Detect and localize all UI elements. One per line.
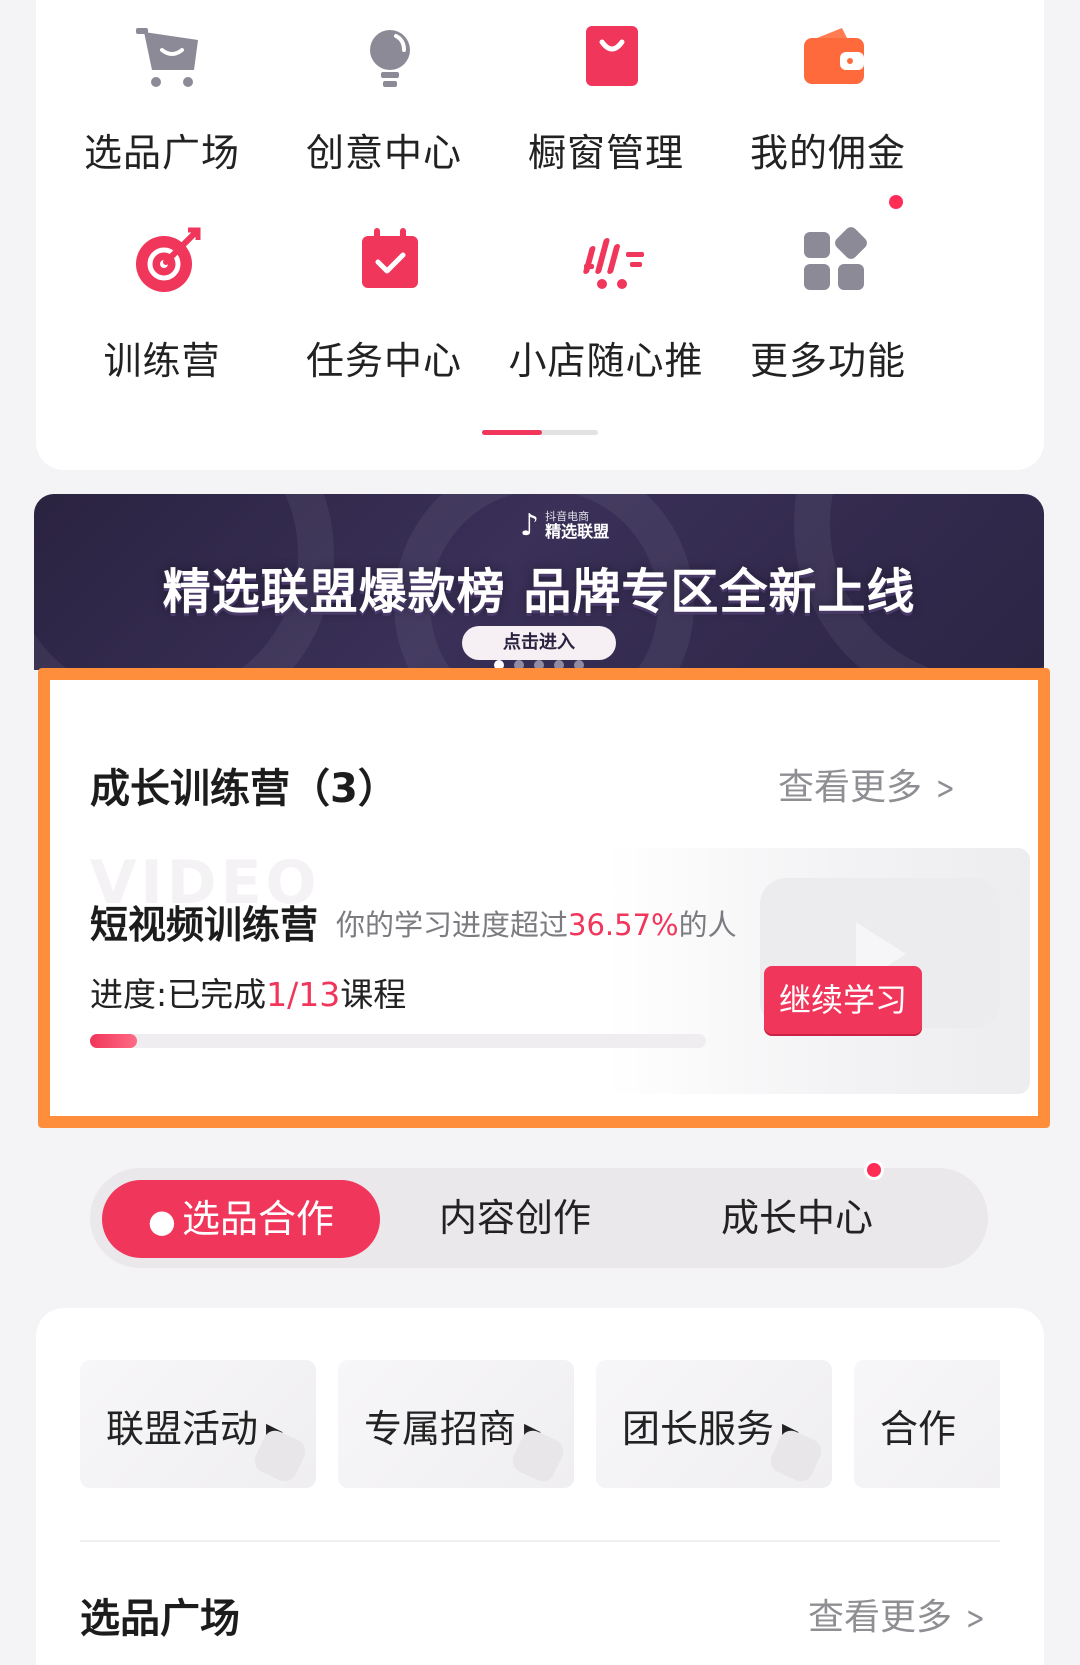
chip-team-leader-service[interactable]: 团长服务▶ [596,1360,832,1488]
speed-cart-icon [583,238,644,289]
logo-bottom-text: 精选联盟 [545,522,610,541]
tab-content-creation[interactable]: 内容创作 [420,1168,610,1268]
chevron-right-icon: > [966,1599,985,1637]
grid-item-task-center[interactable]: 任务中心 [258,0,510,383]
music-note-icon: ♪ [520,508,540,543]
course-progress-fill [90,1034,138,1048]
tab-label: 内容创作 [438,1196,591,1240]
tab-label: 成长中心 [720,1196,873,1240]
training-camp-card: 成长训练营（3） 查看更多 > VIDEO 短视频训练营 你的学习进度超过36.5… [70,700,1030,1102]
course-progress-text: 进度:已完成1/13课程 [90,968,406,1016]
chip-label: 专属招商 [364,1407,517,1451]
calendar-check-icon [362,228,418,288]
location-pin-icon: ● [148,1202,176,1240]
progress-suffix: 课程 [340,975,407,1014]
chevron-right-icon: > [936,769,955,807]
rank-percent: 36.57% [568,908,679,942]
see-more-label: 查看更多 [808,1597,953,1638]
feature-grid-card: 选品广场 创意中心 橱窗管理 我的佣金 训练营 任务中心 小店随心推 更多功能 [36,0,1044,470]
grid-item-label: 训练营 [103,339,221,383]
selection-plaza-card: 联盟活动▶ 专属招商▶ 团长服务▶ 合作 选品广场 查看更多 > [36,1308,1044,1665]
tab-selection-cooperation[interactable]: ● 选品合作 [102,1180,380,1258]
chip-label: 团长服务 [622,1407,775,1451]
course-progress-bar [90,1034,706,1048]
tab-label: 选品合作 [181,1197,334,1241]
chip-cooperation[interactable]: 合作 [854,1360,1000,1488]
grid-item-training-camp[interactable]: 训练营 [36,0,288,383]
grid-item-more-features[interactable]: 更多功能 [702,0,954,383]
section-title: 选品广场 [80,1596,240,1642]
grid-item-label: 小店随心推 [508,339,704,383]
course-rank-text: 你的学习进度超过36.57%的人 [336,902,737,944]
section-title: 成长训练营（3） [90,766,398,812]
logo-top-text: 抖音电商 [545,510,590,523]
rank-prefix: 你的学习进度超过 [336,908,569,942]
course-name: 短视频训练营 [90,903,319,947]
grid-item-label: 更多功能 [749,339,906,383]
chip-label: 联盟活动 [106,1407,259,1451]
service-chip-row[interactable]: 联盟活动▶ 专属招商▶ 团长服务▶ 合作 [80,1360,1000,1488]
chip-label: 合作 [880,1407,957,1451]
grid-item-shop-promote[interactable]: 小店随心推 [480,0,732,383]
grid-page-indicator-active [482,430,542,435]
apps-grid-icon [804,227,867,290]
training-camp-highlight: 成长训练营（3） 查看更多 > VIDEO 短视频训练营 你的学习进度超过36.5… [38,668,1050,1128]
see-more-link[interactable]: 查看更多 > [808,1588,989,1640]
chip-exclusive-investment[interactable]: 专属招商▶ [338,1360,574,1488]
progress-prefix: 进度:已完成 [90,975,267,1014]
alliance-logo: ♪ 抖音电商 精选联盟 [520,508,609,543]
grid-page-indicator [482,430,598,435]
divider [80,1540,1000,1542]
progress-count: 1/13 [266,975,341,1014]
continue-learning-button[interactable]: 继续学习 [764,966,922,1034]
notification-dot [864,1160,884,1180]
rank-suffix: 的人 [678,908,737,942]
promo-banner[interactable]: ♪ 抖音电商 精选联盟 精选联盟爆款榜 品牌专区全新上线 点击进入 [34,494,1044,670]
category-tabs: ● 选品合作 内容创作 成长中心 [90,1160,988,1268]
banner-enter-button[interactable]: 点击进入 [462,626,616,660]
tab-growth-center[interactable]: 成长中心 [702,1168,892,1268]
see-more-label: 查看更多 [778,767,923,808]
chip-alliance-activity[interactable]: 联盟活动▶ [80,1360,316,1488]
target-icon [136,227,201,292]
see-more-link[interactable]: 查看更多 > [778,758,959,810]
notification-dot [886,192,906,212]
grid-item-label: 任务中心 [305,339,462,383]
course-card[interactable]: VIDEO 短视频训练营 你的学习进度超过36.57%的人 进度:已完成1/13… [90,848,1030,1094]
banner-headline: 精选联盟爆款榜 品牌专区全新上线 [162,564,916,620]
